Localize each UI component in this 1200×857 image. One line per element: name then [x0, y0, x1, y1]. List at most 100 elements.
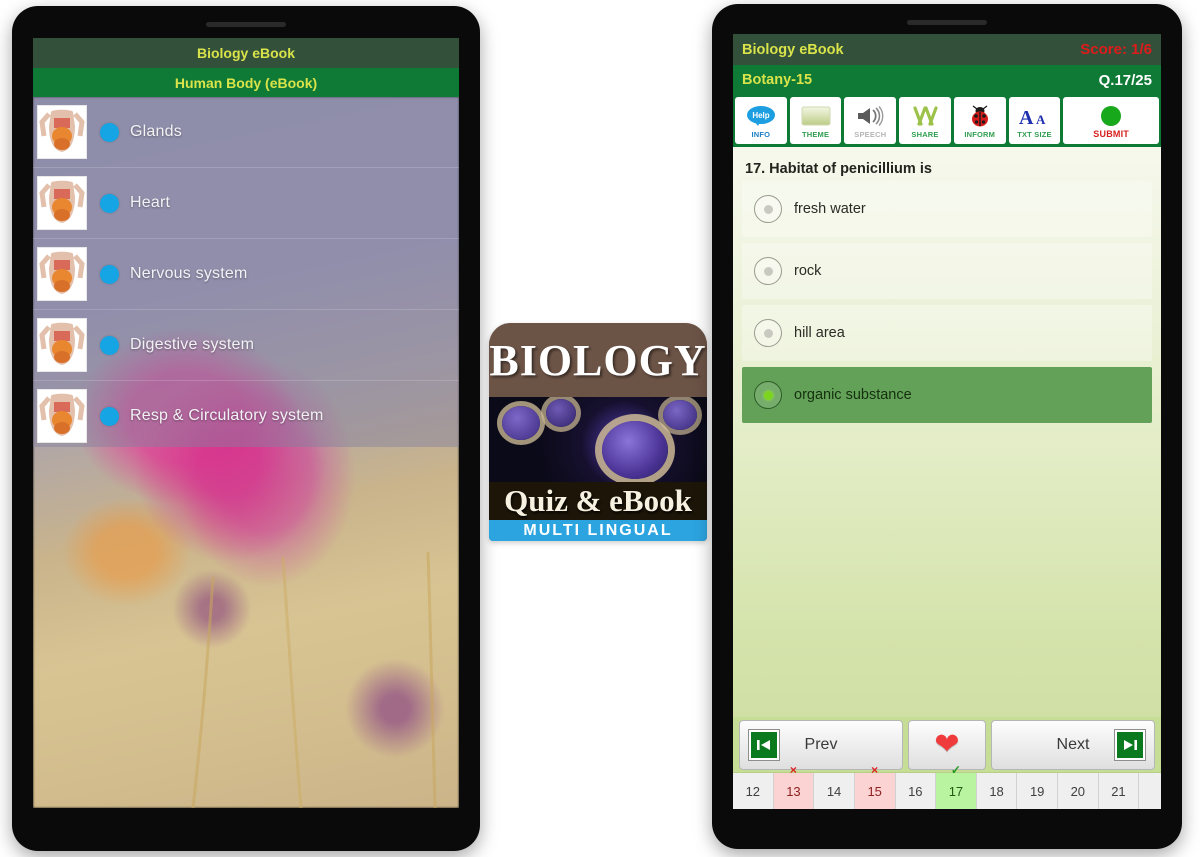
answer-option-label: fresh water	[794, 201, 866, 217]
prev-label: Prev	[804, 736, 838, 753]
svg-text:Help: Help	[752, 111, 769, 120]
bullet-dot-icon	[100, 406, 119, 426]
answer-option[interactable]: hill area	[742, 305, 1152, 361]
bullet-dot-icon	[100, 122, 119, 142]
list-item-label: Digestive system	[130, 336, 255, 353]
share-icon	[910, 103, 940, 130]
ladybug-icon	[967, 103, 993, 130]
prev-button[interactable]: Prev	[739, 720, 903, 770]
quiz-app-title: Biology eBook	[742, 41, 844, 58]
radio-button-selected-icon[interactable]	[754, 381, 782, 409]
human-body-thumbnail-icon	[37, 247, 87, 301]
human-body-thumbnail-icon	[37, 105, 87, 159]
logo-tagline-band: MULTI LINGUAL	[489, 520, 707, 541]
speech-label: SPEECH	[854, 129, 887, 139]
correct-mark-icon: ✓	[950, 763, 961, 777]
answer-option-label: hill area	[794, 325, 845, 341]
question-number-label: 13	[786, 783, 801, 799]
text-size-button[interactable]: A A TXT SIZE	[1008, 97, 1061, 144]
question-number-label: 17	[948, 783, 964, 799]
answer-option-label: organic substance	[794, 387, 912, 403]
logo-title-band: BIOLOGY	[489, 323, 707, 397]
list-item[interactable]: Resp & Circulatory system	[33, 381, 459, 451]
list-item-label: Glands	[130, 123, 182, 140]
quiz-question-area: 17. Habitat of penicillium is fresh wate…	[733, 147, 1161, 809]
ebook-topic-list: Glands Heart Nervous system Digestive sy…	[33, 97, 459, 808]
speech-icon	[855, 103, 885, 130]
inform-label: INFORM	[964, 129, 996, 139]
ebook-content-area: Glands Heart Nervous system Digestive sy…	[33, 97, 459, 808]
info-icon: Help	[746, 103, 776, 130]
quiz-navigation-bar: Prev ❤ Next	[733, 717, 1161, 773]
question-number-label: 16	[908, 783, 923, 799]
question-counter: Q.17/25	[1098, 71, 1152, 89]
list-item[interactable]: Nervous system	[33, 239, 459, 310]
logo-title: BIOLOGY	[489, 335, 707, 385]
cell-decoration	[663, 400, 698, 431]
logo-subtitle: Quiz & eBook	[504, 483, 692, 518]
radio-button-icon[interactable]	[754, 257, 782, 285]
wrong-mark-icon: ×	[789, 763, 797, 777]
question-number-cell[interactable]: × 13	[773, 763, 815, 809]
theme-icon	[801, 103, 831, 130]
question-number-cell[interactable]: × 15	[854, 763, 896, 809]
cell-decoration	[602, 420, 669, 479]
radio-button-icon[interactable]	[754, 319, 782, 347]
heart-icon: ❤	[934, 728, 960, 761]
list-item[interactable]: Glands	[33, 97, 459, 168]
share-label: SHARE	[911, 129, 939, 139]
question-number-cell[interactable]: 18	[976, 773, 1018, 809]
theme-label: THEME	[801, 129, 830, 139]
next-button[interactable]: Next	[991, 720, 1155, 770]
human-body-thumbnail-icon	[37, 176, 87, 230]
inform-button[interactable]: INFORM	[953, 97, 1006, 144]
submit-label: SUBMIT	[1093, 128, 1129, 139]
question-number-cell[interactable]: 19	[1017, 773, 1058, 809]
radio-button-icon[interactable]	[754, 195, 782, 223]
list-item-label: Resp & Circulatory system	[130, 407, 324, 424]
cell-decoration	[545, 398, 576, 427]
score-display: Score: 1/6	[1080, 41, 1152, 58]
question-number-label: 15	[867, 783, 882, 799]
question-number-cell[interactable]: 21	[1098, 773, 1140, 809]
question-number-cell-current[interactable]: ✓ 17	[936, 763, 977, 809]
submit-icon	[1099, 103, 1123, 130]
left-phone-device: Biology eBook Human Body (eBook) Glands …	[12, 6, 480, 851]
theme-button[interactable]: THEME	[789, 97, 842, 144]
submit-button[interactable]: SUBMIT	[1063, 97, 1159, 144]
question-number-label: 14	[826, 783, 842, 799]
bullet-dot-icon	[100, 193, 119, 213]
txtsize-label: TXT SIZE	[1017, 129, 1052, 139]
info-button[interactable]: Help INFO	[735, 97, 787, 144]
question-number-cell[interactable]: 20	[1058, 773, 1099, 809]
list-item[interactable]: Digestive system	[33, 310, 459, 381]
share-button[interactable]: SHARE	[899, 97, 951, 144]
svg-text:A: A	[1036, 112, 1046, 127]
ebook-app-title: Biology eBook	[33, 38, 459, 68]
answer-option-selected[interactable]: organic substance	[742, 367, 1152, 423]
txtsize-icon: A A	[1017, 103, 1051, 130]
question-number-cell[interactable]: 14	[814, 773, 855, 809]
wrong-mark-icon: ×	[871, 763, 879, 777]
answer-options-list: fresh water rock hill area organic subst…	[733, 181, 1161, 423]
question-text: 17. Habitat of penicillium is	[745, 161, 932, 177]
question-strip-padding	[1139, 773, 1161, 809]
speech-button[interactable]: SPEECH	[844, 97, 897, 144]
right-phone-screen: Biology eBook Score: 1/6 Botany-15 Q.17/…	[733, 34, 1161, 809]
question-number-label: 19	[1029, 783, 1045, 799]
list-item-label: Nervous system	[130, 265, 248, 282]
answer-option[interactable]: fresh water	[742, 181, 1152, 237]
question-number-cell[interactable]: 16	[895, 773, 937, 809]
bullet-dot-icon	[100, 335, 119, 355]
answer-option[interactable]: rock	[742, 243, 1152, 299]
phone-speaker-slot	[907, 20, 987, 25]
quiz-category-bar: Botany-15 Q.17/25	[733, 65, 1161, 95]
quiz-app-header: Biology eBook Score: 1/6	[733, 34, 1161, 65]
svg-text:A: A	[1019, 107, 1034, 127]
favorite-button[interactable]: ❤	[908, 720, 986, 770]
question-number-cell[interactable]: 12	[733, 773, 774, 809]
answer-option-label: rock	[794, 263, 822, 279]
skip-first-icon	[749, 730, 779, 760]
next-label: Next	[1056, 736, 1090, 753]
list-item[interactable]: Heart	[33, 168, 459, 239]
